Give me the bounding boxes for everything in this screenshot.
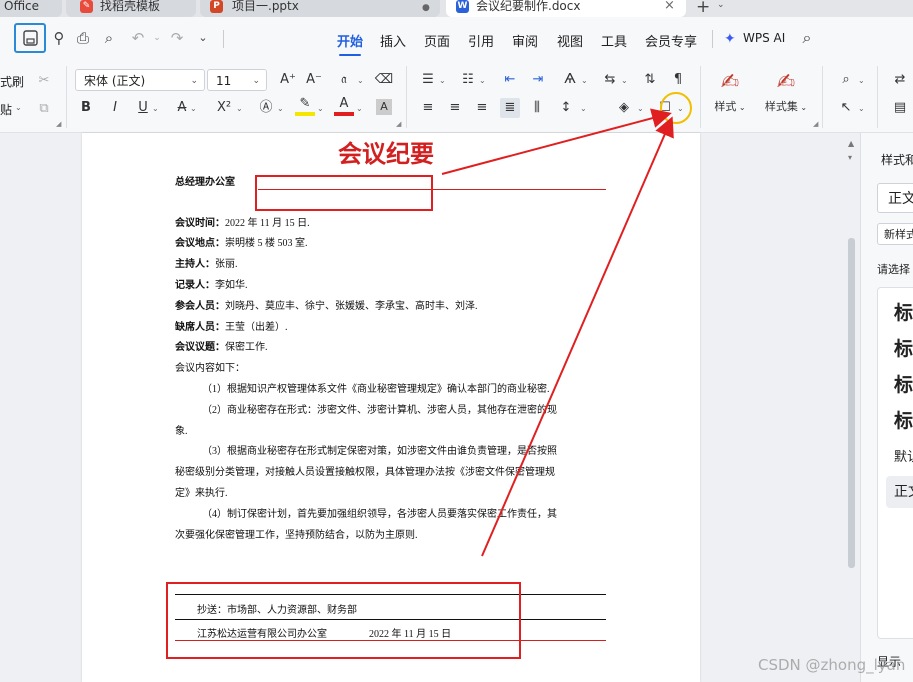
- style-heading-1[interactable]: 标: [894, 298, 913, 325]
- style-default[interactable]: 默认: [894, 446, 913, 465]
- panel-title: 样式和: [881, 153, 913, 167]
- vertical-scrollbar[interactable]: ▲ ▾: [845, 133, 859, 682]
- annotation-arrows: [441, 108, 674, 557]
- scroll-up-icon[interactable]: ▲: [848, 139, 854, 148]
- watermark: CSDN @zhong_lyan: [758, 656, 906, 674]
- scroll-thumb[interactable]: [848, 238, 855, 568]
- scroll-up-icon[interactable]: ▾: [848, 153, 852, 162]
- current-style-field[interactable]: 正文: [877, 183, 913, 213]
- style-heading-3[interactable]: 标: [894, 370, 913, 397]
- style-heading-2[interactable]: 标: [894, 334, 913, 361]
- select-label: 请选择: [877, 263, 910, 276]
- new-style-button[interactable]: 新样式: [877, 223, 913, 245]
- style-list: 标 标 标 标 默认 正文: [877, 287, 913, 639]
- style-body[interactable]: 正文: [886, 476, 913, 508]
- style-heading-4[interactable]: 标: [894, 406, 913, 433]
- styles-panel: 样式和 正文 新样式 请选择 标 标 标 标 默认 正文 显示: [860, 133, 913, 682]
- arrow-to-borders-1: [441, 108, 672, 175]
- arrow-to-borders-2: [481, 116, 674, 557]
